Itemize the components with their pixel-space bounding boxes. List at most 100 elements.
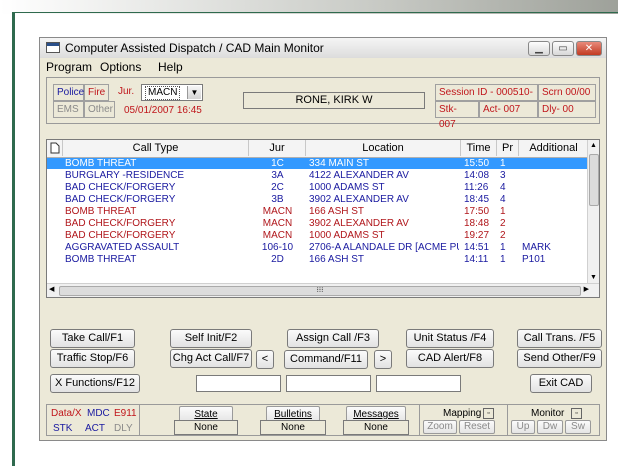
cell-pr: 4 [500, 194, 506, 205]
cell-time: 19:27 [464, 230, 490, 241]
table-row[interactable]: BAD CHECK/FORGERY 3B 3902 ALEXANDER AV 18:4… [47, 194, 589, 205]
close-button[interactable]: ✕ [576, 41, 602, 56]
scroll-down-icon[interactable]: ▼ [588, 272, 599, 283]
table-header: Call Type Jur Location Time Pr Additiona… [47, 140, 599, 170]
cell-type: BAD CHECK/FORGERY [65, 230, 176, 241]
cell-pr: 2 [500, 230, 506, 241]
vertical-scrollbar[interactable]: ▲ ▼ [587, 140, 599, 283]
cell-pr: 1 [500, 206, 506, 217]
col-additional-info[interactable]: Additional Info [519, 140, 589, 170]
col-pr[interactable]: Pr [497, 140, 519, 156]
monitor-toggle-icon[interactable]: ▫ [571, 408, 582, 419]
minimize-button[interactable]: ▁ [528, 41, 550, 56]
calls-table[interactable]: Call Type Jur Location Time Pr Additiona… [46, 139, 600, 298]
table-row[interactable]: BOMB THREAT 2D 166 ASH ST 14:11 1 P101 [47, 254, 589, 265]
traffic-stop-button[interactable]: Traffic Stop/F6 [50, 349, 135, 368]
col-location[interactable]: Location [306, 140, 461, 156]
unit-status-button[interactable]: Unit Status /F4 [406, 329, 494, 348]
col-call-type[interactable]: Call Type [63, 140, 249, 156]
jur-select[interactable]: MACN ▼ [141, 84, 203, 101]
slide-left-rule [12, 12, 15, 466]
app-window-icon [46, 42, 60, 53]
cell-location: 3902 ALEXANDER AV [309, 194, 409, 205]
chg-act-call-button[interactable]: Chg Act Call/F7 [170, 349, 252, 368]
prev-button[interactable]: < [256, 350, 274, 369]
reset-button[interactable]: Reset [459, 420, 495, 434]
status-act: ACT [85, 423, 105, 434]
cell-location: 166 ASH ST [309, 206, 365, 217]
cell-type: BOMB THREAT [65, 254, 137, 265]
cell-jur: 3B [271, 194, 284, 205]
col-jur[interactable]: Jur [249, 140, 306, 156]
input-field-2[interactable] [286, 375, 371, 392]
scroll-left-icon[interactable]: ◀ [49, 285, 54, 293]
table-row[interactable]: AGGRAVATED ASSAULT 106-10 2706-A ALANDALE … [47, 242, 589, 253]
cell-type: BAD CHECK/FORGERY [65, 182, 176, 193]
exit-cad-button[interactable]: Exit CAD [530, 374, 592, 393]
table-row[interactable]: BOMB THREAT MACN 166 ASH ST 17:50 1 [47, 206, 589, 217]
command-button[interactable]: Command/F11 [284, 350, 368, 369]
tab-other[interactable]: Other [84, 101, 115, 118]
status-datax: Data/X [51, 408, 82, 419]
horizontal-scrollbar[interactable]: ◀ ⁝⁝⁝ ▶ [47, 283, 599, 297]
table-row[interactable]: BAD CHECK/FORGERY MACN 1000 ADAMS ST 19:27 2 [47, 230, 589, 241]
table-row[interactable]: BOMB THREAT 1C 334 MAIN ST 15:50 1 [47, 158, 589, 169]
status-stk: STK [53, 423, 73, 434]
menu-program[interactable]: Program [46, 60, 92, 74]
tab-police[interactable]: Police [53, 84, 84, 101]
up-button[interactable]: Up [511, 420, 535, 434]
cell-type: BURGLARY -RESIDENCE [65, 170, 185, 181]
bulletins-value: None [260, 420, 326, 435]
jur-label: Jur. [118, 86, 135, 97]
send-other-button[interactable]: Send Other/F9 [517, 349, 602, 368]
cell-info: P101 [522, 254, 546, 265]
scroll-up-icon[interactable]: ▲ [588, 140, 599, 151]
assign-call-button[interactable]: Assign Call /F3 [287, 329, 379, 348]
menu-help[interactable]: Help [158, 60, 183, 74]
x-functions-button[interactable]: X Functions/F12 [50, 374, 140, 393]
table-row[interactable]: BAD CHECK/FORGERY MACN 3902 ALEXANDER AV 18… [47, 218, 589, 229]
cell-type: BOMB THREAT [65, 206, 137, 217]
tab-fire[interactable]: Fire [84, 84, 109, 101]
scroll-thumb[interactable] [589, 154, 599, 206]
cad-alert-button[interactable]: CAD Alert/F8 [406, 349, 494, 368]
chevron-down-icon: ▼ [187, 86, 201, 99]
cell-time: 11:26 [464, 182, 489, 193]
take-call-button[interactable]: Take Call/F1 [50, 329, 135, 348]
cell-time: 14:11 [464, 254, 489, 265]
cell-jur: MACN [262, 206, 293, 217]
cell-location: 1000 ADAMS ST [309, 230, 385, 241]
zoom-button[interactable]: Zoom [423, 420, 457, 434]
menu-options[interactable]: Options [100, 60, 141, 74]
cell-location: 2706-A ALANDALE DR [ACME PUBLI... [309, 242, 459, 253]
cell-time: 14:51 [464, 242, 490, 253]
tab-ems[interactable]: EMS [53, 101, 84, 118]
operator-name: RONE, KIRK W [243, 92, 425, 109]
cell-location: 4122 ALEXANDER AV [309, 170, 409, 181]
messages-value: None [343, 420, 409, 435]
cell-type: BAD CHECK/FORGERY [65, 194, 176, 205]
scroll-right-icon[interactable]: ▶ [584, 285, 589, 293]
dw-button[interactable]: Dw [537, 420, 563, 434]
input-field-1[interactable] [196, 375, 281, 392]
table-row[interactable]: BURGLARY -RESIDENCE 3A 4122 ALEXANDER AV 14… [47, 170, 589, 181]
call-trans-button[interactable]: Call Trans. /F5 [517, 329, 602, 348]
maximize-button[interactable]: ▭ [552, 41, 574, 56]
jur-select-value: MACN [145, 86, 181, 100]
status-divider-2 [419, 405, 420, 435]
col-time[interactable]: Time [461, 140, 497, 156]
sw-button[interactable]: Sw [565, 420, 591, 434]
mapping-toggle-icon[interactable]: ▫ [483, 408, 494, 419]
stk-counter: Stk- 007 [435, 101, 479, 130]
cell-pr: 1 [500, 254, 506, 265]
cell-jur: MACN [262, 230, 293, 241]
state-value: None [174, 420, 238, 435]
cell-pr: 4 [500, 182, 506, 193]
cell-time: 18:48 [464, 218, 490, 229]
hscroll-thumb[interactable]: ⁝⁝⁝ [59, 286, 581, 296]
input-field-3[interactable] [376, 375, 461, 392]
cell-time: 17:50 [464, 206, 490, 217]
self-init-button[interactable]: Self Init/F2 [170, 329, 252, 348]
next-button[interactable]: > [374, 350, 392, 369]
table-row[interactable]: BAD CHECK/FORGERY 2C 1000 ADAMS ST 11:26 4 [47, 182, 589, 193]
